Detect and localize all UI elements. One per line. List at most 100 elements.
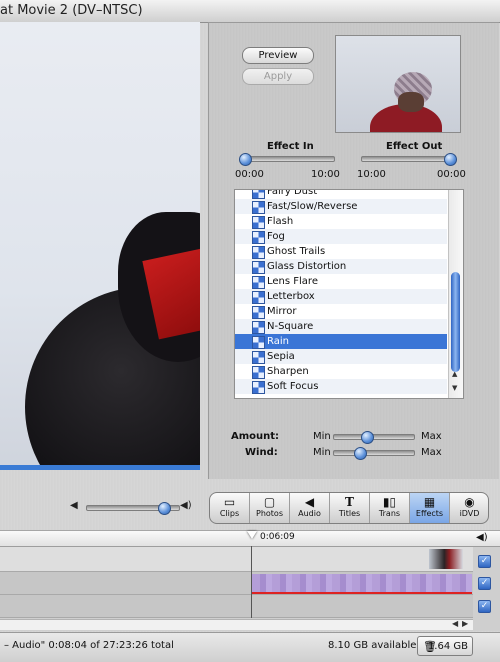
audio-track-1[interactable]: [0, 572, 473, 595]
idvd-mode-label: iDVD: [459, 509, 480, 518]
effect-list-item[interactable]: Ghost Trails: [235, 244, 447, 259]
titles-mode-label: Titles: [338, 509, 361, 518]
effects-list-scroll-thumb[interactable]: [451, 272, 460, 372]
effect-checker-icon: [252, 291, 265, 304]
mode-selector-bar: ▭ Clips ▢ Photos ◀ Audio T Titles ▮▯ Tra…: [209, 492, 489, 524]
window-title: at Movie 2 (DV–NTSC): [0, 3, 143, 18]
timeline-scrollbar[interactable]: ◀ ▶: [0, 619, 473, 630]
effect-list-item-label: Fast/Slow/Reverse: [267, 201, 358, 212]
effect-checker-icon: [252, 336, 265, 349]
preview-button[interactable]: Preview: [242, 47, 314, 64]
effect-checker-icon: [252, 216, 265, 229]
effect-checker-icon: [252, 351, 265, 364]
thumbnail-face: [398, 92, 424, 112]
playback-progress-bar[interactable]: [0, 465, 200, 470]
clips-mode-label: Clips: [219, 509, 240, 518]
clips-icon: ▭: [223, 495, 236, 509]
scroll-right-arrow-icon[interactable]: ▶: [462, 619, 468, 628]
video-track[interactable]: [0, 547, 473, 572]
photos-icon: ▢: [263, 495, 276, 509]
wind-slider-knob[interactable]: [354, 447, 368, 460]
effects-icon: ▦: [423, 495, 436, 509]
audio-mode-button[interactable]: ◀ Audio: [290, 493, 330, 523]
playhead-line: [251, 546, 252, 618]
effect-checker-icon: [252, 381, 265, 394]
timeline-volume-icon[interactable]: ◀): [476, 532, 488, 543]
transitions-mode-button[interactable]: ▮▯ Trans: [370, 493, 410, 523]
effect-list-item-label: N-Square: [267, 321, 314, 332]
playhead-icon[interactable]: [247, 531, 257, 539]
amount-label: Amount:: [231, 431, 280, 442]
clips-mode-button[interactable]: ▭ Clips: [210, 493, 250, 523]
effect-out-slider-track[interactable]: [361, 156, 455, 162]
disk-available: 8.10 GB available: [328, 640, 417, 651]
volume-slider-knob[interactable]: [158, 502, 171, 515]
trash-icon: 🗑: [423, 640, 437, 653]
effect-checker-icon: [252, 366, 265, 379]
video-clip[interactable]: [429, 549, 463, 569]
effect-list-item[interactable]: N-Square: [235, 319, 447, 334]
effects-list[interactable]: Fairy Dust Fast/Slow/Reverse Flash Fog Ghost…: [234, 189, 464, 399]
effect-in-start-time: 00:00: [235, 169, 264, 180]
video-track-checkbox[interactable]: ✓: [478, 555, 491, 568]
effects-panel: Preview Apply Effect In Effect Out 00:00…: [208, 22, 499, 479]
video-monitor[interactable]: [0, 22, 200, 470]
audio-clip[interactable]: [252, 574, 472, 594]
effect-list-item[interactable]: Glass Distortion: [235, 259, 447, 274]
effect-list-item[interactable]: Flash: [235, 214, 447, 229]
timeline-ruler[interactable]: 0:06:09: [0, 531, 500, 547]
effect-list-item[interactable]: Soft Focus: [235, 379, 447, 394]
effect-list-item[interactable]: Rain: [235, 334, 447, 349]
titles-icon: T: [345, 495, 354, 509]
effects-list-scrollbar[interactable]: ▲ ▼: [448, 190, 463, 398]
effect-list-item[interactable]: Fog: [235, 229, 447, 244]
effect-list-item-label: Letterbox: [267, 291, 315, 302]
apply-button[interactable]: Apply: [242, 68, 314, 85]
effect-list-item[interactable]: Mirror: [235, 304, 447, 319]
wind-min-label: Min: [313, 447, 331, 458]
effects-mode-button[interactable]: ▦ Effects: [410, 493, 450, 523]
title-bar[interactable]: at Movie 2 (DV–NTSC): [0, 0, 500, 23]
effect-list-item-label: Ghost Trails: [267, 246, 326, 257]
titles-mode-button[interactable]: T Titles: [330, 493, 370, 523]
effect-in-label: Effect In: [267, 141, 314, 152]
effect-in-slider-knob[interactable]: [239, 153, 252, 166]
scroll-down-arrow-icon[interactable]: ▼: [452, 384, 457, 392]
effect-preview-thumbnail: [335, 35, 461, 133]
scroll-left-arrow-icon[interactable]: ◀: [452, 619, 458, 628]
effect-list-item-label: Glass Distortion: [267, 261, 347, 272]
amount-slider-knob[interactable]: [361, 431, 375, 444]
audio-track-2[interactable]: [0, 595, 473, 618]
wind-label: Wind:: [245, 447, 278, 458]
idvd-mode-button[interactable]: ◉ iDVD: [450, 493, 488, 523]
project-duration-info: – Audio" 0:08:04 of 27:23:26 total: [4, 640, 174, 651]
effect-list-item-label: Fog: [267, 231, 285, 242]
effect-checker-icon: [252, 321, 265, 334]
amount-max-label: Max: [421, 431, 442, 442]
effect-list-item[interactable]: Letterbox: [235, 289, 447, 304]
effect-list-item[interactable]: Sharpen: [235, 364, 447, 379]
status-bar: – Audio" 0:08:04 of 27:23:26 total 8.10 …: [0, 632, 500, 662]
audio-track-1-checkbox[interactable]: ✓: [478, 577, 491, 590]
trash-button[interactable]: 🗑 1.64 GB: [417, 636, 473, 656]
effect-out-label: Effect Out: [386, 141, 443, 152]
volume-low-icon: ◀: [70, 500, 78, 511]
effect-list-item[interactable]: Sepia: [235, 349, 447, 364]
effect-checker-icon: [252, 246, 265, 259]
audio-mode-label: Audio: [298, 509, 321, 518]
effect-list-item[interactable]: Fast/Slow/Reverse: [235, 199, 447, 214]
photos-mode-button[interactable]: ▢ Photos: [250, 493, 290, 523]
effects-mode-label: Effects: [415, 509, 444, 518]
wind-max-label: Max: [421, 447, 442, 458]
effect-out-slider-knob[interactable]: [444, 153, 457, 166]
effect-list-item-label: Sepia: [267, 351, 295, 362]
effect-list-item-label: Mirror: [267, 306, 297, 317]
idvd-disc-icon: ◉: [464, 495, 475, 509]
effect-list-item-label: Sharpen: [267, 366, 309, 377]
wind-slider-track[interactable]: [333, 450, 415, 456]
speaker-icon: ◀: [304, 495, 315, 509]
effect-in-slider-track[interactable]: [241, 156, 335, 162]
effect-list-item[interactable]: Lens Flare: [235, 274, 447, 289]
effect-list-item[interactable]: Fairy Dust: [235, 190, 447, 199]
audio-track-2-checkbox[interactable]: ✓: [478, 600, 491, 613]
